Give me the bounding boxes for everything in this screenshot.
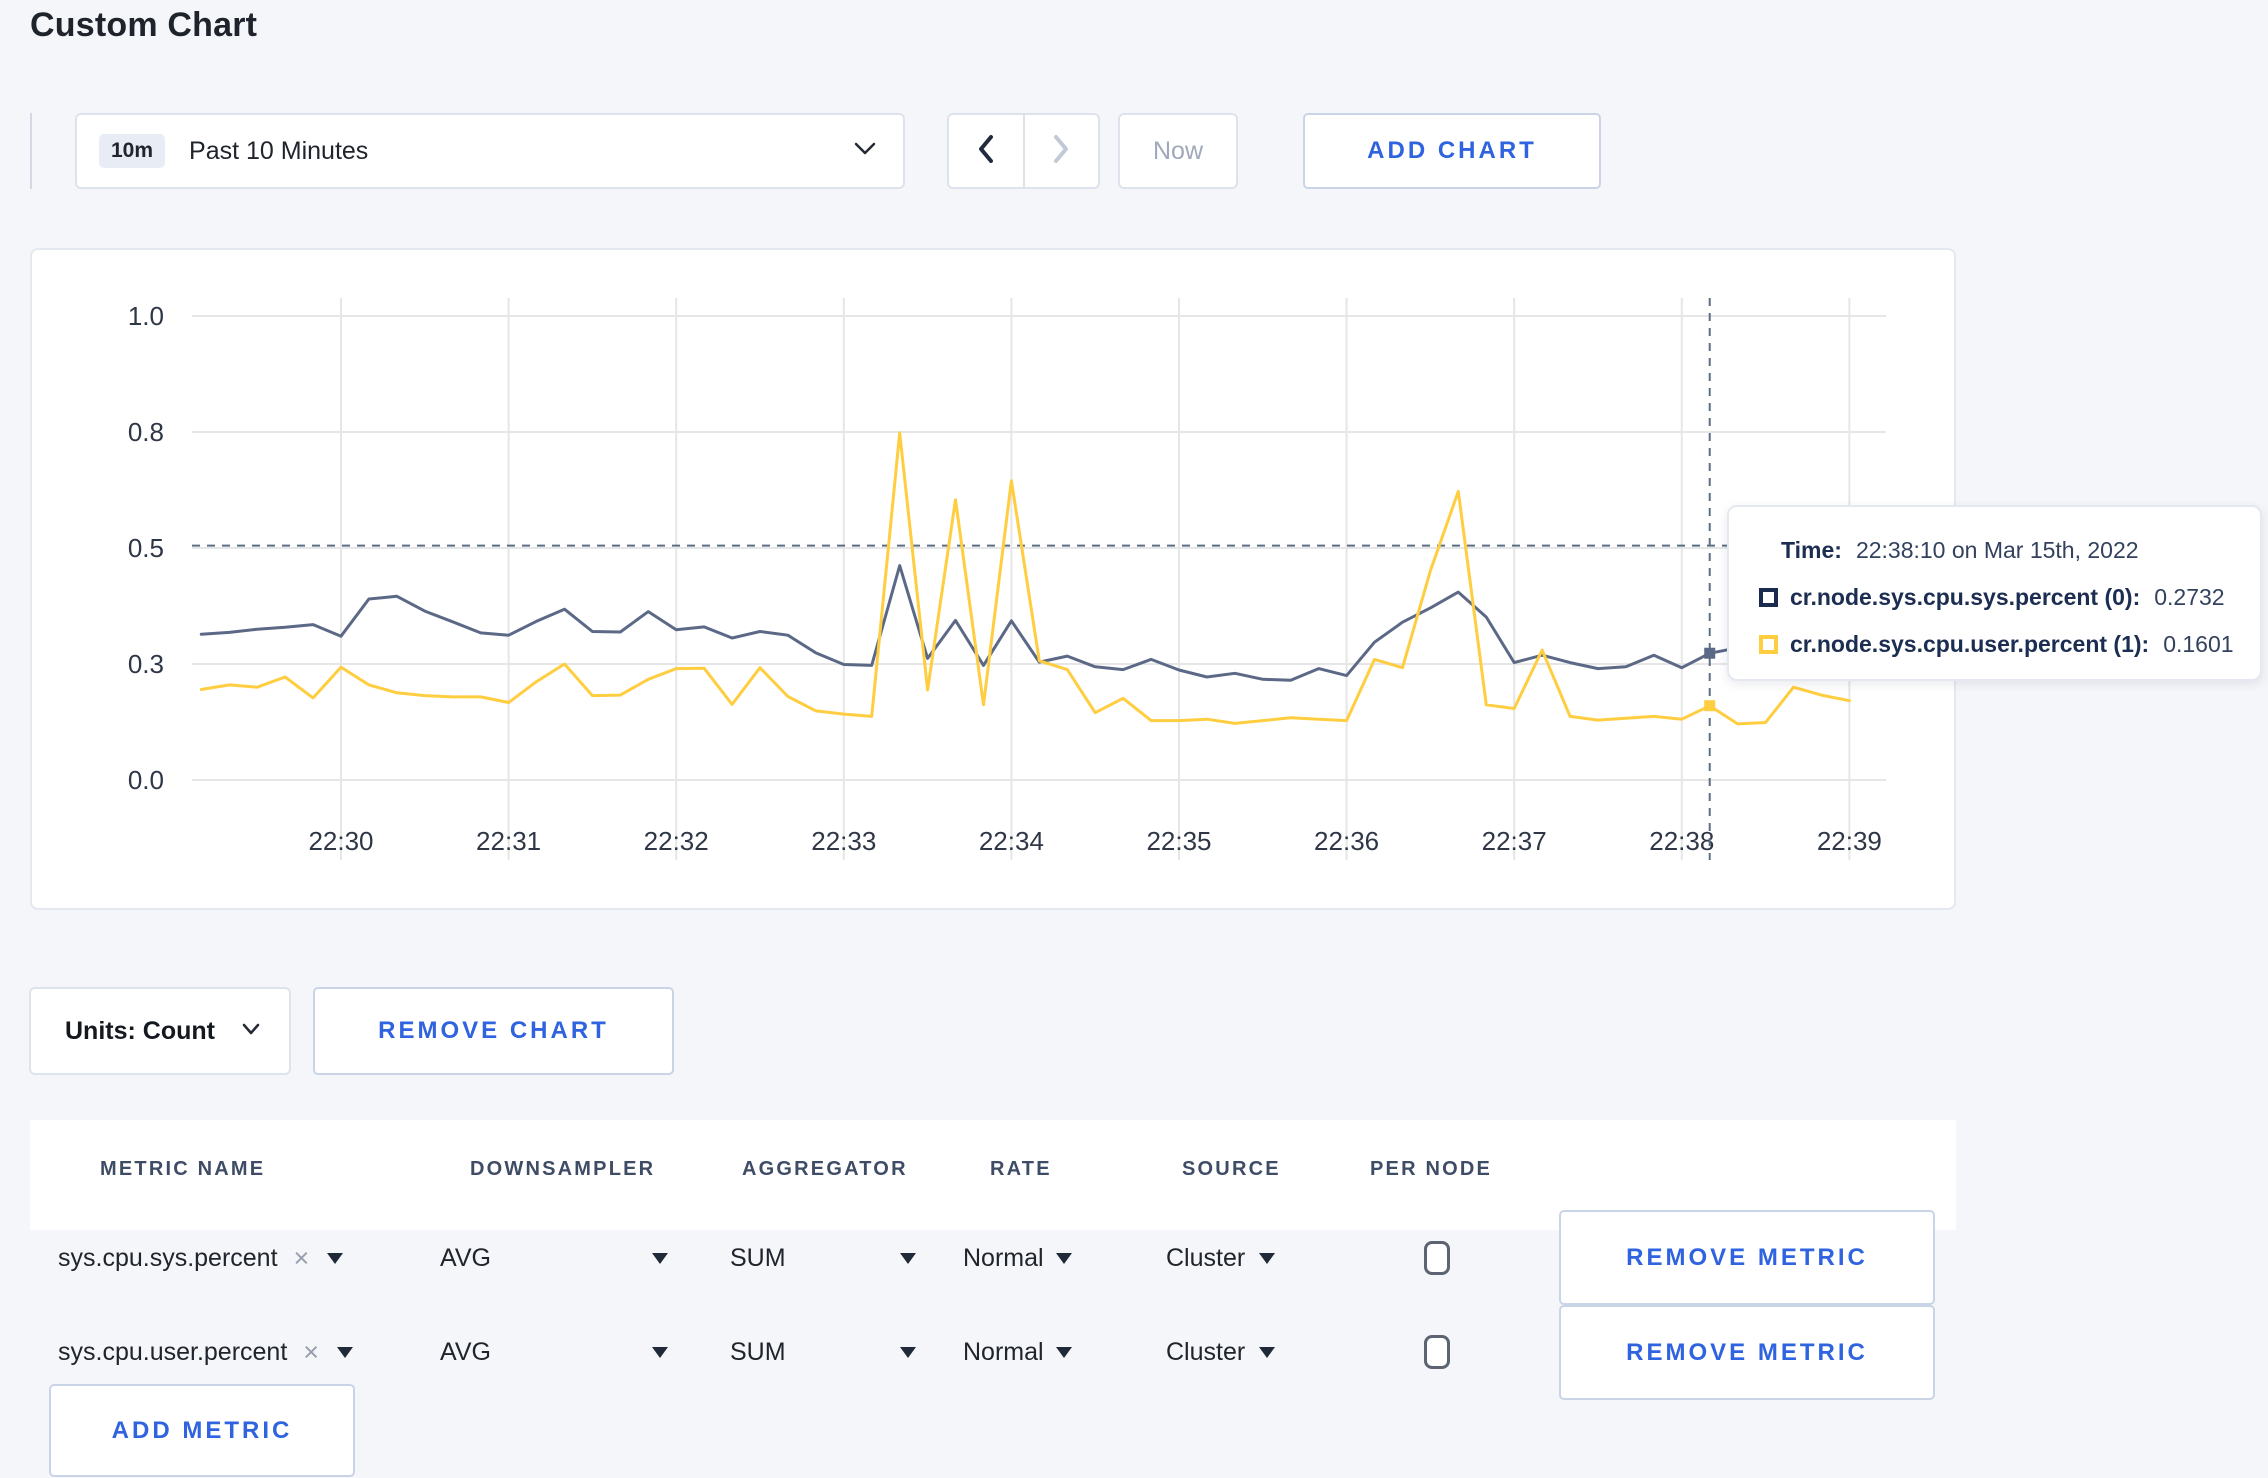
units-select[interactable]: Units: Count (29, 987, 291, 1075)
metric-name-select[interactable]: sys.cpu.user.percent × (58, 1332, 354, 1372)
remove-metric-button[interactable]: REMOVE METRIC (1559, 1210, 1935, 1305)
tooltip-series-label: cr.node.sys.cpu.user.percent (1): (1790, 631, 2150, 657)
clear-metric-icon[interactable]: × (294, 1243, 310, 1274)
aggregator-select[interactable]: SUM (730, 1332, 916, 1372)
downsampler-select[interactable]: AVG (440, 1238, 668, 1278)
y-axis-tick-label: 0.5 (128, 533, 164, 563)
cell-text: sys.cpu.sys.percent (58, 1243, 278, 1272)
cell-text: AVG (440, 1337, 491, 1366)
y-axis-tick-label: 0.3 (128, 649, 164, 679)
time-window-badge: 10m (99, 134, 166, 168)
time-window-select[interactable]: 10m Past 10 Minutes (75, 113, 905, 189)
units-label: Units: Count (65, 1016, 215, 1045)
column-header-source: SOURCE (1182, 1158, 1281, 1180)
y-axis-tick-label: 0.8 (128, 417, 164, 447)
time-nav-group (947, 113, 1100, 189)
series-swatch-icon (1759, 588, 1778, 607)
rate-select[interactable]: Normal (963, 1238, 1072, 1278)
chevron-down-icon (853, 141, 877, 162)
remove-metric-button[interactable]: REMOVE METRIC (1559, 1305, 1935, 1400)
chart-tooltip: Time: 22:38:10 on Mar 15th, 2022 cr.node… (1727, 505, 2262, 681)
per-node-checkbox[interactable] (1424, 1241, 1450, 1275)
column-header-metric-name: METRIC NAME (100, 1158, 266, 1180)
column-header-rate: RATE (990, 1158, 1052, 1180)
now-button[interactable]: Now (1118, 113, 1238, 189)
x-axis-tick-label: 22:36 (1314, 826, 1379, 856)
chevron-left-icon (976, 134, 996, 169)
per-node-checkbox[interactable] (1424, 1335, 1450, 1369)
aggregator-select[interactable]: SUM (730, 1238, 916, 1278)
series-swatch-icon (1759, 635, 1778, 654)
cell-text: SUM (730, 1337, 786, 1366)
metric-name-select[interactable]: sys.cpu.sys.percent × (58, 1238, 344, 1278)
x-axis-tick-label: 22:38 (1649, 826, 1714, 856)
chevron-down-icon (241, 1022, 261, 1041)
x-axis-tick-label: 22:37 (1482, 826, 1547, 856)
caret-down-icon (900, 1346, 916, 1358)
column-header-per-node: PER NODE (1370, 1158, 1493, 1180)
downsampler-select[interactable]: AVG (440, 1332, 668, 1372)
tooltip-time-row: Time: 22:38:10 on Mar 15th, 2022 (1759, 527, 2260, 574)
tooltip-series-label: cr.node.sys.cpu.sys.percent (0): (1790, 584, 2141, 610)
x-axis-tick-label: 22:33 (811, 826, 876, 856)
tooltip-time-value: 22:38:10 on Mar 15th, 2022 (1855, 537, 2139, 563)
chevron-right-icon (1051, 134, 1071, 169)
crosshair-marker (1704, 647, 1716, 659)
column-header-downsampler: DOWNSAMPLER (470, 1158, 656, 1180)
caret-down-icon (1055, 1252, 1072, 1264)
clear-metric-icon[interactable]: × (303, 1337, 319, 1368)
cell-text: SUM (730, 1243, 786, 1272)
caret-down-icon (652, 1346, 668, 1358)
tooltip-series-value: 0.1601 (2163, 631, 2234, 657)
y-axis-tick-label: 1.0 (128, 301, 164, 331)
cell-text: Normal (963, 1243, 1044, 1272)
toolbar-left-divider (30, 113, 32, 189)
x-axis-tick-label: 22:30 (308, 826, 373, 856)
caret-down-icon (900, 1252, 916, 1264)
add-chart-button[interactable]: ADD CHART (1303, 113, 1601, 189)
tooltip-series-value: 0.2732 (2154, 584, 2225, 610)
time-back-button[interactable] (949, 115, 1025, 187)
caret-down-icon (652, 1252, 668, 1264)
x-axis-tick-label: 22:31 (476, 826, 541, 856)
cell-text: Cluster (1166, 1337, 1246, 1366)
caret-down-icon (1055, 1346, 1072, 1358)
x-axis-tick-label: 22:34 (979, 826, 1044, 856)
add-metric-button[interactable]: ADD METRIC (49, 1384, 355, 1477)
source-select[interactable]: Cluster (1166, 1332, 1276, 1372)
caret-down-icon (1259, 1252, 1276, 1264)
series-line-cr.node.sys.cpu.user.percent (199, 431, 1851, 726)
caret-down-icon (327, 1252, 344, 1264)
column-header-aggregator: AGGREGATOR (742, 1158, 908, 1180)
x-axis-tick-label: 22:32 (644, 826, 709, 856)
cell-text: AVG (440, 1243, 491, 1272)
time-forward-button[interactable] (1025, 115, 1099, 187)
tooltip-series-row: cr.node.sys.cpu.sys.percent (0): 0.2732 (1759, 574, 2260, 621)
cell-text: Normal (963, 1337, 1044, 1366)
caret-down-icon (337, 1346, 354, 1358)
line-chart[interactable]: 0.0 0.3 0.5 0.8 1.0 22:30 22:31 22:32 22:33 22:34… (32, 250, 1958, 912)
tooltip-time-label: Time: (1781, 537, 1842, 563)
crosshair-marker (1704, 700, 1716, 712)
source-select[interactable]: Cluster (1166, 1238, 1276, 1278)
x-axis-tick-label: 22:35 (1146, 826, 1211, 856)
remove-chart-button[interactable]: REMOVE CHART (313, 987, 674, 1075)
chart-card: 0.0 0.3 0.5 0.8 1.0 22:30 22:31 22:32 22:33 22:34… (30, 248, 1956, 910)
tooltip-series-row: cr.node.sys.cpu.user.percent (1): 0.1601 (1759, 621, 2260, 668)
caret-down-icon (1259, 1346, 1276, 1358)
cell-text: sys.cpu.user.percent (58, 1337, 288, 1366)
time-window-label: Past 10 Minutes (189, 136, 369, 165)
cell-text: Cluster (1166, 1243, 1246, 1272)
y-axis-tick-label: 0.0 (128, 765, 164, 795)
x-axis-tick-label: 22:39 (1817, 826, 1882, 856)
rate-select[interactable]: Normal (963, 1332, 1072, 1372)
page-title: Custom Chart (30, 6, 258, 44)
